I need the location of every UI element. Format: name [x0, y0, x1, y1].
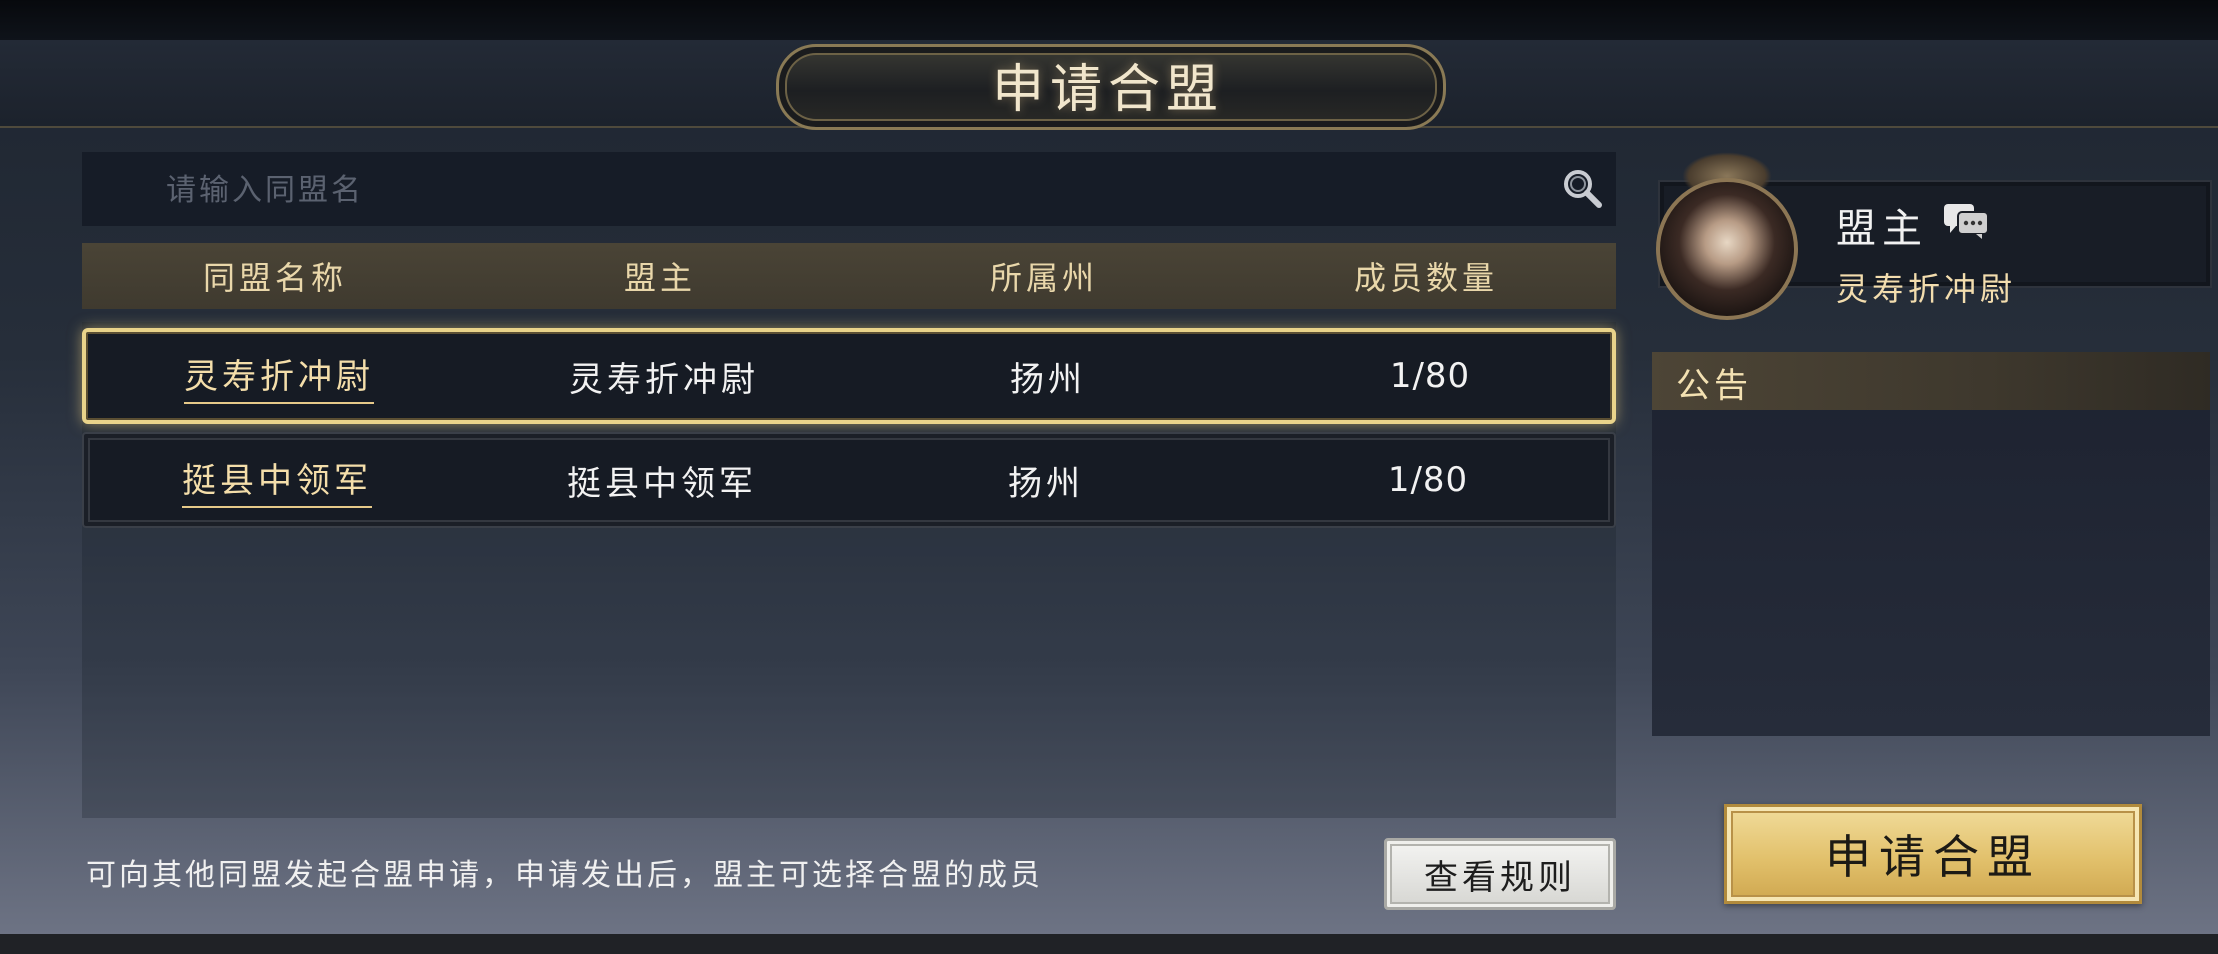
- hint-text: 可向其他同盟发起合盟申请，申请发出后，盟主可选择合盟的成员: [86, 858, 1043, 893]
- view-rules-button[interactable]: 查看规则: [1384, 838, 1616, 910]
- search-icon[interactable]: [1560, 166, 1604, 210]
- leader-cell: 灵寿折冲尉: [569, 359, 759, 400]
- column-header-leader[interactable]: 盟主: [468, 243, 852, 309]
- members-cell: 1/80: [1389, 356, 1471, 396]
- column-header-state[interactable]: 所属州: [852, 243, 1236, 309]
- alliance-name-link[interactable]: 灵寿折冲尉: [86, 332, 472, 420]
- table-row[interactable]: 挺县中领军 挺县中领军 扬州 1/80: [82, 432, 1616, 528]
- column-header-alliance-name[interactable]: 同盟名称: [82, 243, 468, 309]
- dialog-title: 申请合盟: [991, 59, 1224, 120]
- avatar[interactable]: [1656, 178, 1798, 320]
- members-cell: 1/80: [1387, 460, 1469, 500]
- column-header-members[interactable]: 成员数量: [1236, 243, 1616, 309]
- leader-cell: 挺县中领军: [567, 463, 757, 504]
- apply-merge-button[interactable]: 申请合盟: [1724, 804, 2142, 904]
- search-bar: [82, 152, 1616, 228]
- leader-name: 灵寿折冲尉: [1836, 270, 2017, 308]
- table-row[interactable]: 灵寿折冲尉 灵寿折冲尉 扬州 1/80: [82, 328, 1616, 424]
- top-status-bar: [0, 0, 2218, 40]
- bottom-strip: [0, 934, 2218, 954]
- notice-title: 公告: [1676, 366, 1752, 406]
- state-cell: 扬州: [1008, 463, 1084, 504]
- state-cell: 扬州: [1010, 359, 1086, 400]
- leader-label: 盟主: [1836, 206, 1928, 252]
- table-header: 同盟名称 盟主 所属州 成员数量: [82, 243, 1616, 309]
- alliance-name-link[interactable]: 挺县中领军: [84, 434, 470, 526]
- chat-icon[interactable]: [1942, 200, 1992, 240]
- search-input[interactable]: [164, 152, 1468, 228]
